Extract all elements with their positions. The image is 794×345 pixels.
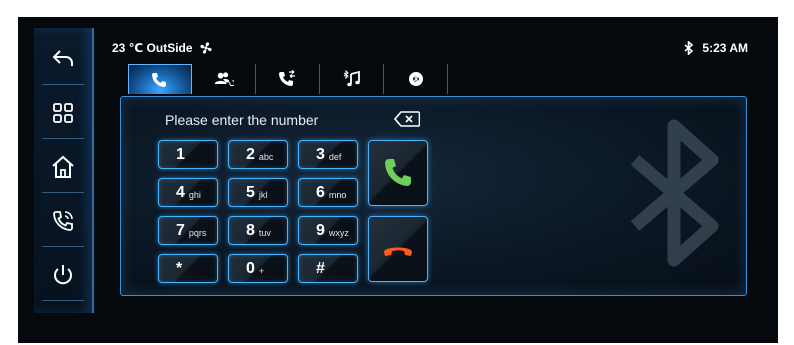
power-button[interactable] (34, 254, 92, 296)
recent-calls-icon (278, 70, 295, 86)
tab-bluetooth-music[interactable] (320, 64, 384, 94)
handset-icon (152, 72, 166, 87)
key-1[interactable]: 1 (158, 140, 218, 169)
phone-button[interactable] (34, 200, 92, 242)
power-icon (54, 265, 72, 285)
number-prompt: Please enter the number (165, 112, 319, 128)
home-icon (52, 155, 74, 178)
call-button[interactable] (368, 140, 428, 206)
key-6[interactable]: 6 mno (298, 178, 358, 207)
bluetooth-music-icon (343, 70, 360, 87)
key-7[interactable]: 7 pqrs (158, 216, 218, 245)
left-nav-rail (34, 28, 94, 313)
fan-icon[interactable] (199, 41, 213, 55)
bluetooth-settings-icon (408, 72, 423, 86)
back-icon (52, 50, 73, 66)
bluetooth-watermark-icon (630, 119, 719, 267)
contacts-sync-icon (214, 72, 234, 87)
key-hash[interactable]: # (298, 254, 358, 283)
key-star[interactable]: * (158, 254, 218, 283)
tab-contacts[interactable] (192, 64, 256, 94)
apps-grid-icon (53, 103, 73, 123)
key-0[interactable]: 0 + (228, 254, 288, 283)
tab-bluetooth-settings[interactable] (384, 64, 448, 94)
hang-up-icon (384, 247, 412, 256)
bluetooth-icon (684, 41, 694, 55)
key-9[interactable]: 9 wxyz (298, 216, 358, 245)
call-icon (385, 159, 411, 186)
status-right: 5:23 AM (684, 41, 748, 55)
back-button[interactable] (34, 38, 92, 80)
clock: 5:23 AM (702, 41, 748, 55)
tab-recent-calls[interactable] (256, 64, 320, 94)
key-2[interactable]: 2 abc (228, 140, 288, 169)
home-button[interactable] (34, 146, 92, 188)
hang-up-button[interactable] (368, 216, 428, 282)
key-5[interactable]: 5 jkl (228, 178, 288, 207)
tab-dialpad[interactable] (128, 64, 192, 94)
apps-button[interactable] (34, 92, 92, 134)
status-left: 23 ℃ OutSide (112, 41, 213, 55)
phone-icon (53, 211, 73, 231)
phone-tabs (128, 64, 448, 94)
backspace-icon[interactable] (394, 111, 420, 127)
key-3[interactable]: 3 def (298, 140, 358, 169)
key-8[interactable]: 8 tuv (228, 216, 288, 245)
key-4[interactable]: 4 ghi (158, 178, 218, 207)
outside-temperature: 23 ℃ OutSide (112, 41, 193, 55)
